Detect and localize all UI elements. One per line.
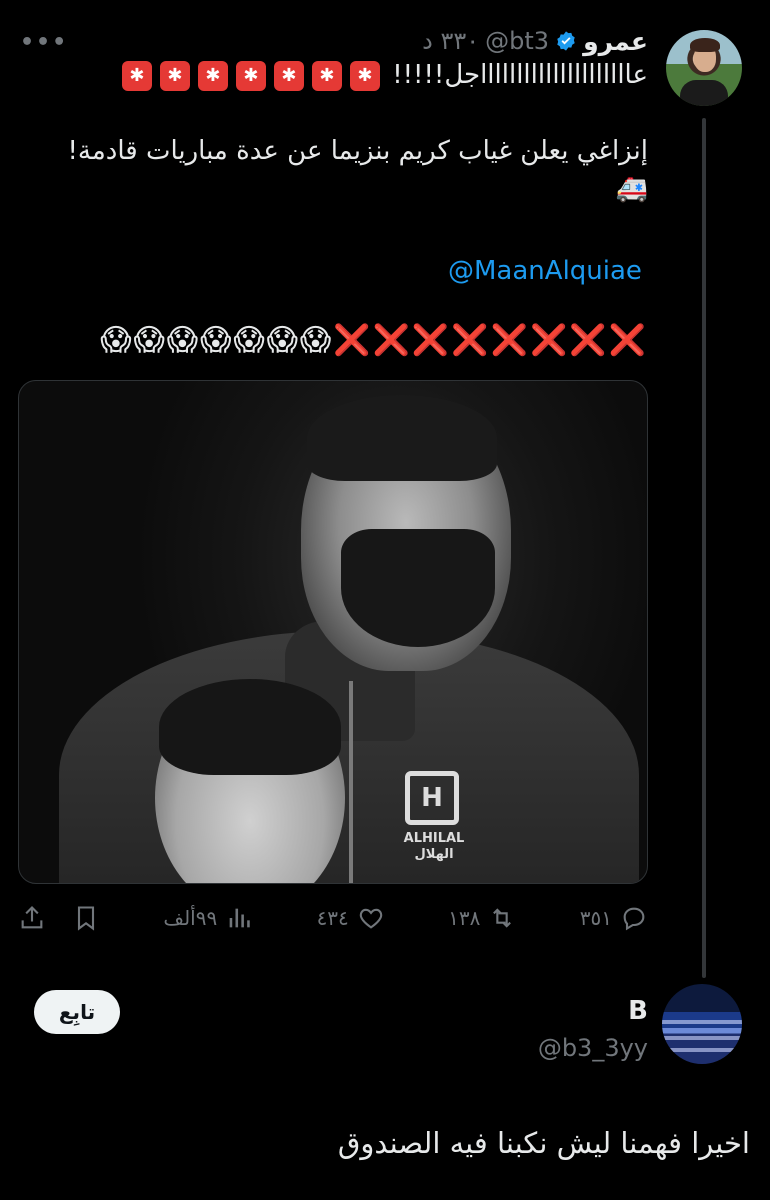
tweet-header: عمرو @bt3 ٣٣٠ د <box>422 26 648 56</box>
tweet-media-image[interactable]: H ALHILAL الهلال <box>18 380 648 884</box>
like-button[interactable]: ٤٣٤ <box>317 904 385 932</box>
tweet-text-body: إنزاغي يعلن غياب كريم بنزيما عن عدة مبار… <box>67 136 648 166</box>
club-crest-logo: H <box>405 771 459 825</box>
reply-author-handle[interactable]: @b3_3yy <box>538 1034 648 1062</box>
retweet-button[interactable]: ١٣٨ <box>448 904 516 932</box>
reply-count: ٣٥١ <box>579 906 612 930</box>
cross-mark-emojis: ❌❌❌❌❌❌❌❌ <box>333 323 648 358</box>
headline-text: عاااااااااااااااااااااجل!!!!! <box>392 60 648 90</box>
emoji-row: ❌❌❌❌❌❌❌❌😱😱😱😱😱😱😱 <box>38 322 648 360</box>
tail-actions <box>18 904 100 932</box>
child-hair <box>159 679 341 775</box>
bookmark-icon[interactable] <box>72 904 100 932</box>
siren-icon <box>197 60 228 91</box>
retweet-count: ١٣٨ <box>448 906 481 930</box>
views-count: ٩٩ألف <box>163 906 218 930</box>
reply-tweet-text: اخيرا فهمنا ليش نكبنا فيه الصندوق <box>337 1126 750 1160</box>
views-button[interactable]: ٩٩ألف <box>163 904 253 932</box>
tweet-text-headline: عاااااااااااااااااااااجل!!!!! <box>38 56 648 94</box>
reply-icon <box>623 907 645 931</box>
siren-icon <box>235 60 266 91</box>
author-avatar[interactable] <box>666 30 742 106</box>
more-icon[interactable]: ••• <box>20 30 68 55</box>
like-count: ٤٣٤ <box>316 906 349 930</box>
siren-icon <box>273 60 304 91</box>
ambulance-emoji: 🚑 <box>615 174 648 204</box>
jacket-zipper <box>349 681 353 883</box>
reply-author-name[interactable]: B <box>628 996 648 1026</box>
tweet-action-bar: ٣٥١ ١٣٨ ٤٣٤ ٩٩ألف <box>18 896 648 940</box>
author-display-name[interactable]: عمرو <box>583 27 648 56</box>
player-hair <box>307 395 497 481</box>
reply-author-avatar[interactable] <box>662 984 742 1064</box>
reply-button[interactable]: ٣٥١ <box>580 904 648 932</box>
heart-icon <box>359 908 383 929</box>
club-name-ar: الهلال <box>414 847 454 862</box>
author-handle[interactable]: @bt3 <box>485 27 549 55</box>
siren-icon <box>349 60 380 91</box>
verified-badge-icon <box>557 31 575 51</box>
club-logo-text: ALHILAL الهلال <box>389 831 479 863</box>
tweet-thread: ••• عمرو @bt3 ٣٣٠ د عااااااااااااااااااا… <box>0 0 770 1200</box>
club-name-en: ALHILAL <box>403 831 465 846</box>
retweet-icon <box>493 908 512 928</box>
player-beard <box>341 529 495 647</box>
siren-icon <box>121 60 152 91</box>
siren-icon <box>159 60 190 91</box>
share-icon[interactable] <box>18 904 46 932</box>
follow-button[interactable]: تابِع <box>34 990 120 1034</box>
views-icon <box>229 908 250 928</box>
mention-link[interactable]: @MaanAlquiae <box>448 252 642 290</box>
tweet-timestamp[interactable]: ٣٣٠ د <box>422 27 479 55</box>
ambulance-icon: 🚑 <box>38 170 648 208</box>
scream-emojis: 😱😱😱😱😱😱😱 <box>100 323 334 358</box>
siren-icon <box>311 60 342 91</box>
thread-connector-line <box>702 118 706 978</box>
